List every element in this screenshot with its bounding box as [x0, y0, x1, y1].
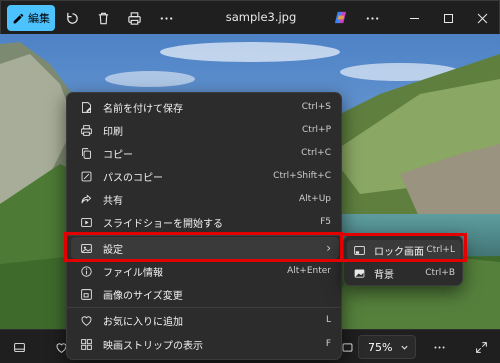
edit-label: 編集: [28, 12, 50, 25]
menu-divider: [67, 307, 341, 308]
print-icon[interactable]: [124, 8, 144, 28]
window-title: sample3.jpg: [225, 10, 297, 24]
menu-item-filmstrip[interactable]: 映画ストリップの表示 F: [71, 333, 339, 355]
menu-item-shortcut: Alt+Up: [298, 194, 331, 204]
more-options-icon[interactable]: [362, 8, 382, 28]
submenu-item-background[interactable]: 背景 Ctrl+B: [347, 263, 461, 283]
maximize-button[interactable]: [437, 8, 459, 28]
menu-item-label: パスのコピー: [103, 172, 163, 184]
filmstrip-icon: [79, 337, 93, 351]
set-as-submenu: ロック画面 Ctrl+L 背景 Ctrl+B: [343, 235, 463, 286]
lock-screen-icon: [352, 243, 366, 257]
copy-path-icon: [79, 169, 93, 183]
menu-item-slideshow[interactable]: スライドショーを開始する F5: [71, 211, 339, 233]
edit-button[interactable]: 編集: [7, 5, 55, 31]
menu-item-label: お気に入りに追加: [103, 316, 183, 328]
menu-item-label: 設定: [103, 244, 123, 256]
more-icon[interactable]: [156, 8, 176, 28]
submenu-item-label: 背景: [374, 269, 394, 281]
menu-item-copy-path[interactable]: パスのコピー Ctrl+Shift+C: [71, 165, 339, 187]
menu-item-shortcut: Ctrl+C: [301, 148, 331, 158]
close-button[interactable]: [471, 8, 493, 28]
menu-item-file-info[interactable]: ファイル情報 Alt+Enter: [71, 260, 339, 282]
menu-item-shortcut: Ctrl+S: [301, 102, 331, 112]
zoom-value: 75%: [368, 340, 393, 354]
more-icon[interactable]: [430, 338, 448, 356]
menu-item-label: 名前を付けて保存: [103, 103, 183, 115]
menu-item-resize[interactable]: 画像のサイズ変更: [71, 283, 339, 305]
submenu-item-shortcut: Ctrl+L: [426, 245, 455, 255]
copy-icon: [79, 146, 93, 160]
menu-item-shortcut: Ctrl+Shift+C: [273, 171, 331, 181]
copilot-icon[interactable]: [333, 10, 348, 25]
menu-item-shortcut: Alt+Enter: [287, 266, 331, 276]
zoom-dropdown[interactable]: 75%: [358, 335, 416, 359]
title-bar: 編集 sample3.jpg: [0, 0, 500, 34]
menu-item-label: スライドショーを開始する: [103, 218, 223, 230]
background-icon: [352, 266, 366, 280]
info-icon: [79, 264, 93, 278]
minimize-icon: [409, 17, 419, 19]
menu-item-label: 映画ストリップの表示: [103, 340, 203, 352]
menu-item-add-to-favorites[interactable]: お気に入りに追加 L: [71, 309, 339, 331]
close-icon: [477, 13, 487, 23]
menu-item-shortcut: F5: [320, 217, 331, 227]
delete-icon[interactable]: [93, 8, 113, 28]
minimize-button[interactable]: [403, 8, 425, 28]
menu-item-shortcut: Ctrl+P: [302, 125, 331, 135]
menu-item-shortcut: L: [325, 315, 331, 325]
filmstrip-toggle-icon[interactable]: [10, 338, 28, 356]
fullscreen-icon[interactable]: [472, 338, 490, 356]
submenu-item-label: ロック画面: [374, 246, 424, 258]
submenu-item-shortcut: Ctrl+B: [425, 268, 455, 278]
menu-item-label: 画像のサイズ変更: [103, 290, 183, 302]
slideshow-icon: [79, 215, 93, 229]
menu-item-print[interactable]: 印刷 Ctrl+P: [71, 119, 339, 141]
menu-item-label: 印刷: [103, 126, 123, 138]
menu-item-copy[interactable]: コピー Ctrl+C: [71, 142, 339, 164]
rotate-icon[interactable]: [62, 8, 82, 28]
menu-divider: [67, 235, 341, 236]
menu-item-save-as[interactable]: 名前を付けて保存 Ctrl+S: [71, 96, 339, 118]
submenu-chevron-icon: ›: [326, 241, 331, 255]
print-icon: [79, 123, 93, 137]
menu-item-label: 共有: [103, 195, 123, 207]
menu-item-shortcut: F: [325, 339, 331, 349]
maximize-icon: [443, 13, 453, 23]
save-as-icon: [79, 100, 93, 114]
menu-item-set-as[interactable]: 設定 ›: [71, 237, 339, 259]
set-as-icon: [79, 241, 93, 255]
menu-item-label: ファイル情報: [103, 267, 163, 279]
share-icon: [79, 192, 93, 206]
submenu-item-lock-screen[interactable]: ロック画面 Ctrl+L: [347, 240, 461, 260]
heart-icon: [79, 313, 93, 327]
chevron-down-icon: [401, 345, 408, 350]
edit-icon: [13, 13, 24, 23]
resize-icon: [79, 287, 93, 301]
menu-item-label: コピー: [103, 149, 133, 161]
context-menu: 名前を付けて保存 Ctrl+S 印刷 Ctrl+P コピー Ctrl+C パスの…: [66, 92, 342, 360]
menu-item-share[interactable]: 共有 Alt+Up: [71, 188, 339, 210]
